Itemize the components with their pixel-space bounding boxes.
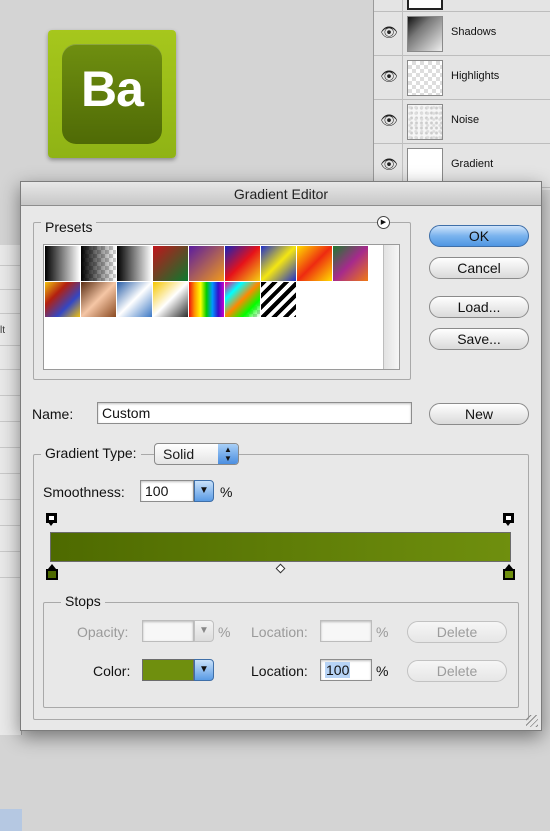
preset-swatch[interactable] — [297, 246, 333, 282]
preset-swatch[interactable] — [261, 282, 297, 318]
load-button[interactable]: Load... — [429, 296, 529, 318]
opacity-unit: % — [218, 624, 231, 640]
preset-swatch[interactable] — [117, 246, 153, 282]
preset-swatch[interactable] — [81, 246, 117, 282]
layer-row-highlights[interactable]: 👁 Highlights — [374, 56, 550, 100]
opacity-location-field[interactable] — [320, 620, 372, 642]
ok-button[interactable]: OK — [429, 225, 529, 247]
preset-swatch[interactable] — [153, 282, 189, 318]
delete-opacity-stop-button[interactable]: Delete — [407, 621, 507, 643]
select-arrows-icon: ▲ ▼ — [218, 444, 238, 464]
visibility-eye-icon[interactable]: 👁 — [380, 68, 398, 86]
layer-name: Shadows — [451, 26, 497, 38]
preset-swatch[interactable] — [189, 246, 225, 282]
stops-title: Stops — [61, 593, 105, 609]
smoothness-label: Smoothness: — [43, 484, 125, 500]
preset-swatch[interactable] — [189, 282, 225, 318]
app-logo-text: Ba — [81, 61, 144, 117]
name-label: Name: — [32, 406, 74, 422]
name-field[interactable]: Custom — [97, 402, 412, 424]
delete-color-stop-button[interactable]: Delete — [407, 660, 507, 682]
opacity-label: Opacity: — [77, 624, 129, 640]
presets-menu-arrow-icon[interactable]: ▶ — [377, 216, 390, 229]
layer-row-shadows[interactable]: 👁 Shadows — [374, 12, 550, 56]
background-strip-label: lt — [0, 325, 5, 336]
save-button[interactable]: Save... — [429, 328, 529, 350]
opacity-dropdown-icon[interactable]: ▼ — [194, 620, 214, 642]
presets-grid — [45, 246, 375, 318]
dialog-title[interactable]: Gradient Editor — [21, 182, 541, 206]
preset-swatch[interactable] — [225, 246, 261, 282]
preset-swatch[interactable] — [81, 282, 117, 318]
gradient-preview-bar[interactable] — [50, 532, 511, 562]
layer-name: Noise — [451, 114, 480, 126]
color-stop-left[interactable] — [46, 564, 58, 580]
new-button[interactable]: New — [429, 403, 529, 425]
color-location-field[interactable]: 100 — [320, 659, 372, 681]
presets-title: Presets — [41, 219, 97, 235]
color-label: Color: — [93, 663, 131, 679]
visibility-eye-icon[interactable]: 👁 — [380, 24, 398, 42]
color-location-value: 100 — [325, 662, 351, 678]
layer-thumbnail — [407, 60, 443, 96]
color-location-unit: % — [376, 663, 389, 679]
color-swatch[interactable] — [142, 659, 194, 681]
layer-name: Gradient — [451, 158, 494, 170]
color-location-label: Location: — [251, 663, 308, 679]
background-panel-strip: lt — [0, 245, 22, 831]
layer-thumbnail — [407, 148, 443, 184]
layer-row-noise[interactable]: 👁 Noise — [374, 100, 550, 144]
color-dropdown-icon[interactable]: ▼ — [194, 659, 214, 681]
smoothness-field[interactable]: 100 — [140, 480, 194, 502]
cancel-button[interactable]: Cancel — [429, 257, 529, 279]
smoothness-dropdown-icon[interactable]: ▼ — [194, 480, 214, 502]
preset-swatch[interactable] — [333, 246, 369, 282]
presets-scrollbar[interactable] — [383, 245, 399, 369]
opacity-stop-left[interactable] — [46, 513, 57, 527]
gradient-type-label: Gradient Type: — [41, 445, 141, 461]
preset-swatch[interactable] — [45, 246, 81, 282]
preset-swatch[interactable] — [261, 246, 297, 282]
visibility-eye-icon[interactable]: 👁 — [380, 156, 398, 174]
app-logo-icon: Ba — [48, 30, 176, 158]
preset-swatch[interactable] — [117, 282, 153, 318]
opacity-stop-right[interactable] — [503, 513, 514, 527]
opacity-field[interactable] — [142, 620, 194, 642]
layer-thumbnail — [407, 104, 443, 140]
visibility-eye-icon[interactable]: 👁 — [380, 112, 398, 130]
stops-group — [43, 602, 519, 708]
layer-name: Highlights — [451, 70, 500, 82]
preset-swatch[interactable] — [153, 246, 189, 282]
gradient-editor-dialog: Gradient Editor Presets ▶ OK Cancel Load… — [20, 181, 542, 731]
smoothness-unit: % — [220, 484, 233, 500]
opacity-location-unit: % — [376, 624, 389, 640]
gradient-type-value: Solid — [163, 446, 195, 462]
resize-grip-icon[interactable] — [526, 715, 538, 727]
layers-panel: 👁 Shadows 👁 Highlights 👁 Noise 👁 Gradien… — [373, 0, 550, 190]
color-stop-right[interactable] — [503, 564, 515, 580]
preset-swatch[interactable] — [45, 282, 81, 318]
background-selected-row — [0, 809, 22, 831]
gradient-type-select[interactable]: Solid ▲ ▼ — [154, 443, 239, 465]
preset-swatch[interactable] — [225, 282, 261, 318]
presets-swatch-area — [43, 244, 400, 370]
opacity-location-label: Location: — [251, 624, 308, 640]
layer-thumbnail — [407, 16, 443, 52]
